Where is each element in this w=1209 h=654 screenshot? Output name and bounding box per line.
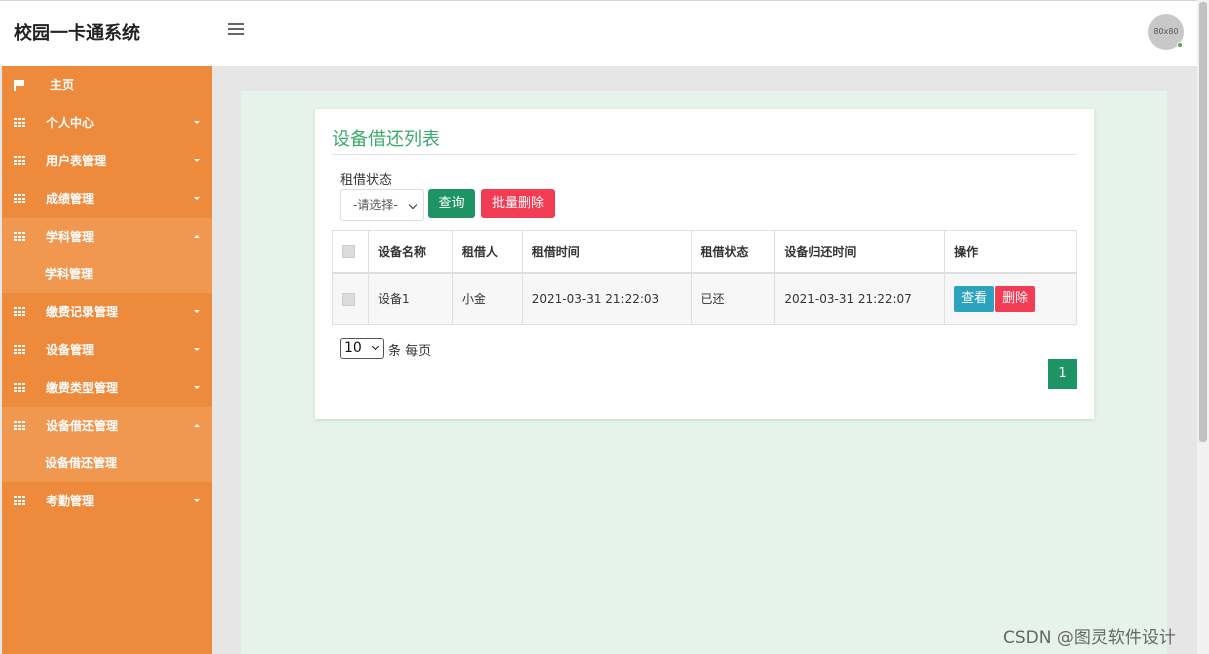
grid-icon — [14, 232, 25, 241]
grid-icon — [14, 421, 25, 430]
status-cell: 已还 — [690, 272, 776, 325]
view-button[interactable]: 查看 — [954, 285, 995, 312]
sidebar-item-home[interactable]: 主页 — [2, 66, 212, 104]
column-header: 租借时间 — [521, 230, 692, 274]
column-header: 操作 — [944, 230, 1077, 274]
batch-delete-button[interactable]: 批量删除 — [481, 189, 555, 218]
list-card: 设备借还列表 租借状态 -请选择- 查询 批量删除 设备名称 租借人 租借时间 … — [315, 109, 1094, 419]
avatar[interactable]: 80x80 — [1148, 14, 1184, 50]
page-size-label: 条 每页 — [388, 344, 432, 359]
return-time-cell: 2021-03-31 21:22:07 — [774, 272, 946, 325]
table-header-row: 设备名称 租借人 租借时间 租借状态 设备归还时间 操作 — [332, 230, 1077, 274]
sidebar-item-label: 成绩管理 — [46, 192, 95, 206]
chevron-down-icon — [194, 121, 200, 124]
menu-toggle-icon[interactable] — [228, 23, 244, 39]
chevron-down-icon — [194, 159, 200, 162]
chevron-up-icon — [194, 235, 200, 238]
app-title: 校园一卡通系统 — [14, 23, 140, 44]
borrower-cell: 小金 — [451, 272, 523, 325]
page-size-select[interactable]: 10 — [340, 338, 384, 359]
sidebar-item-label: 考勤管理 — [46, 494, 95, 508]
grid-icon — [14, 496, 25, 505]
chevron-down-icon — [408, 200, 418, 210]
status-filter-label: 租借状态 — [340, 173, 393, 188]
grid-icon — [14, 118, 25, 127]
grid-icon — [14, 345, 25, 354]
select-all-cell — [332, 230, 369, 274]
delete-button[interactable]: 删除 — [995, 285, 1036, 312]
sidebar-item-label: 设备借还管理 — [46, 419, 119, 433]
top-header: 校园一卡通系统 80x80 — [0, 0, 1197, 66]
column-header: 租借人 — [451, 230, 523, 274]
online-status-dot — [1177, 42, 1183, 48]
sidebar-item-payment-types[interactable]: 缴费类型管理 — [2, 369, 212, 407]
row-select-cell — [332, 272, 369, 325]
page-button-current[interactable]: 1 — [1048, 359, 1077, 389]
table-row: 设备1 小金 2021-03-31 21:22:03 已还 2021-03-31… — [332, 272, 1077, 325]
chevron-down-icon — [194, 348, 200, 351]
vertical-scrollbar[interactable] — [1197, 0, 1209, 654]
sidebar-item-label: 缴费类型管理 — [46, 381, 119, 395]
sidebar-item-payment-records[interactable]: 缴费记录管理 — [2, 293, 212, 331]
grid-icon — [14, 194, 25, 203]
sidebar-item-label: 缴费记录管理 — [46, 305, 119, 319]
select-all-checkbox[interactable] — [342, 245, 355, 259]
borrow-time-cell: 2021-03-31 21:22:03 — [521, 272, 692, 325]
sidebar-item-user-management[interactable]: 用户表管理 — [2, 142, 212, 180]
watermark-text: CSDN @图灵软件设计 — [1003, 628, 1176, 648]
chevron-down-icon — [194, 310, 200, 313]
sidebar-item-label: 学科管理 — [46, 230, 95, 244]
avatar-placeholder-text: 80x80 — [1153, 27, 1179, 36]
select-value: -请选择- — [353, 198, 398, 212]
page-title: 设备借还列表 — [332, 129, 440, 150]
column-header: 设备归还时间 — [774, 230, 946, 274]
page-size-value: 10 — [344, 340, 362, 356]
sidebar: 主页 个人中心 用户表管理 成绩管理 学科管理 学科管理 缴费记录管理 设备管理… — [2, 66, 212, 654]
grid-icon — [14, 383, 25, 392]
sidebar-subitem-device-borrowing[interactable]: 设备借还管理 — [2, 445, 212, 482]
sidebar-item-label: 主页 — [50, 78, 75, 92]
chevron-down-icon — [194, 499, 200, 502]
chevron-down-icon — [194, 386, 200, 389]
grid-icon — [14, 307, 25, 316]
column-header: 租借状态 — [690, 230, 776, 274]
sidebar-item-device-borrowing[interactable]: 设备借还管理 — [2, 407, 212, 445]
device-name-cell: 设备1 — [367, 272, 453, 325]
sidebar-item-label: 设备管理 — [46, 343, 95, 357]
column-header: 设备名称 — [367, 230, 453, 274]
divider — [332, 154, 1077, 155]
chevron-down-icon — [371, 342, 380, 351]
chevron-down-icon — [194, 197, 200, 200]
sidebar-item-subjects[interactable]: 学科管理 — [2, 218, 212, 256]
chevron-up-icon — [194, 424, 200, 427]
sidebar-item-attendance[interactable]: 考勤管理 — [2, 482, 212, 520]
sidebar-item-label: 用户表管理 — [46, 154, 107, 168]
status-filter-select[interactable]: -请选择- — [340, 189, 424, 221]
flag-icon — [14, 80, 25, 91]
borrow-table: 设备名称 租借人 租借时间 租借状态 设备归还时间 操作 设备1 小金 2021… — [332, 230, 1077, 325]
sidebar-item-personal-center[interactable]: 个人中心 — [2, 104, 212, 142]
actions-cell: 查看 删除 — [944, 272, 1077, 325]
sidebar-item-label: 个人中心 — [46, 116, 95, 130]
row-checkbox[interactable] — [342, 292, 355, 306]
sidebar-item-devices[interactable]: 设备管理 — [2, 331, 212, 369]
sidebar-subitem-subjects[interactable]: 学科管理 — [2, 256, 212, 293]
query-button[interactable]: 查询 — [428, 189, 475, 218]
grid-icon — [14, 156, 25, 165]
sidebar-item-grades[interactable]: 成绩管理 — [2, 180, 212, 218]
scrollbar-thumb[interactable] — [1199, 2, 1207, 442]
